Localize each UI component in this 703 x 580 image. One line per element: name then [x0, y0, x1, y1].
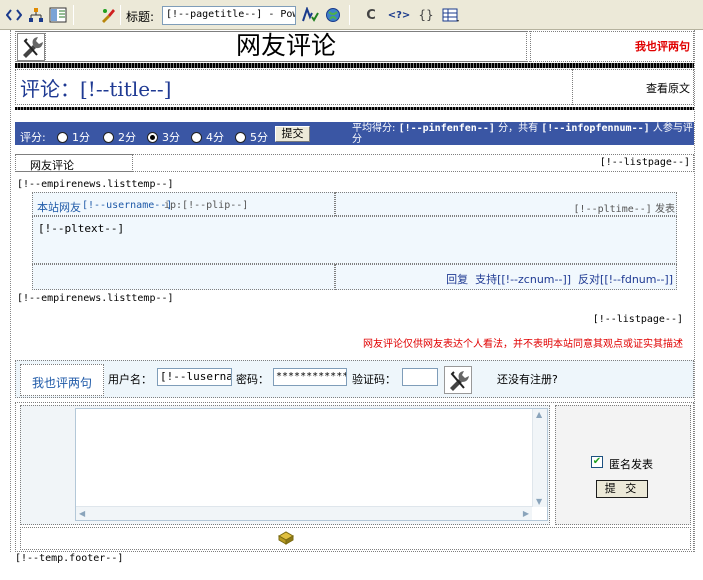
code-view-icon[interactable]	[4, 5, 24, 25]
rating-label: 评分:	[20, 131, 46, 144]
rating-count: [!--infopfennum--]	[541, 123, 650, 134]
rating-option-1[interactable]: 1分	[57, 129, 90, 145]
refresh-icon[interactable]: C	[361, 5, 381, 25]
braces-icon[interactable]: {}	[416, 5, 436, 25]
rating-summary: 平均得分: [!--pinfenfen--] 分，共有 [!--infopfen…	[352, 123, 693, 145]
captcha-input[interactable]	[402, 368, 438, 386]
title-label: 标题:	[126, 10, 155, 24]
emoticon-icon[interactable]	[277, 531, 295, 545]
anonymous-checkbox[interactable]: ✔	[591, 456, 603, 468]
comment-time: [!--pltime--] 发表	[573, 204, 675, 215]
rating-option-3[interactable]: 3分	[147, 129, 180, 145]
comment-user-label: 本站网友	[37, 201, 81, 214]
header-divider	[15, 63, 694, 68]
comment-actions: 回复 支持[[!--zcnum--]] 反对[[!--fdnum--]]	[340, 271, 673, 287]
comment-body-cell	[32, 216, 677, 264]
username-label: 用户名：	[108, 373, 152, 386]
tools-icon	[450, 371, 469, 391]
oppose-link[interactable]: 反对[[!--fdnum--]]	[578, 273, 673, 286]
rating-radio-2[interactable]	[103, 131, 114, 143]
password-label: 密码：	[236, 373, 269, 386]
post-comment-label: 我也评两句	[31, 376, 92, 390]
scroll-right-icon[interactable]: ▶	[523, 509, 529, 518]
listtemp-end-tag: [!--empirenews.listtemp--]	[17, 293, 174, 304]
scroll-left-icon[interactable]: ◀	[79, 509, 85, 518]
listtemp-start-tag: [!--empirenews.listtemp--]	[17, 179, 174, 190]
comment-submit-button[interactable]: 提 交	[596, 480, 648, 498]
comment-text: [!--pltext--]	[38, 222, 125, 235]
password-input[interactable]: ************	[273, 368, 347, 386]
page-title-input[interactable]: [!--pagetitle--] - Powere	[162, 6, 296, 25]
logo	[15, 31, 45, 62]
rating-submit-button[interactable]: 提交	[275, 126, 310, 142]
comment-title: 评论：[!--title--]	[20, 77, 172, 101]
frame-left-border	[10, 30, 11, 552]
comment-footer-left	[32, 264, 335, 290]
comment-textarea[interactable]	[75, 408, 548, 521]
comment-username: [!--username--]	[82, 200, 173, 211]
textarea-horizontal-scrollbar[interactable]: ◀ ▶	[76, 506, 532, 520]
footer-tag: [!--temp.footer--]	[15, 553, 124, 564]
register-link[interactable]: 还没有注册?	[497, 371, 558, 387]
rating-option-2[interactable]: 2分	[103, 129, 136, 145]
post-comment-link[interactable]: 我也评两句	[530, 31, 690, 62]
captcha-label: 验证码：	[352, 373, 396, 386]
tools-icon	[17, 33, 45, 61]
anonymous-label: 匿名发表	[609, 458, 653, 471]
globe-icon[interactable]	[323, 5, 343, 25]
average-score: [!--pinfenfen--]	[398, 123, 495, 134]
captcha-image[interactable]	[444, 366, 472, 394]
list-pagination-top[interactable]: [!--listpage--]	[540, 157, 690, 168]
rating-radio-5[interactable]	[235, 131, 246, 143]
comment-ip: ip:[!--plip--]	[164, 200, 249, 211]
emoji-row	[20, 527, 691, 550]
title-divider	[15, 107, 694, 110]
scroll-down-icon[interactable]: ▼	[536, 497, 542, 506]
validate-icon[interactable]	[300, 5, 320, 25]
layout-icon[interactable]	[48, 5, 68, 25]
frame-right-border	[694, 30, 695, 552]
list-pagination-bottom[interactable]: [!--listpage--]	[540, 314, 683, 325]
view-original-link[interactable]: 查看原文	[572, 80, 690, 96]
rating-radio-3[interactable]	[147, 131, 158, 143]
tree-icon[interactable]	[26, 5, 46, 25]
textarea-vertical-scrollbar[interactable]: ▲ ▼	[532, 409, 547, 507]
page-heading: 网友评论	[235, 31, 336, 60]
paint-icon[interactable]	[98, 5, 118, 25]
support-link[interactable]: 支持[[!--zcnum--]]	[475, 273, 571, 286]
reply-link[interactable]: 回复	[446, 273, 468, 286]
scroll-up-icon[interactable]: ▲	[536, 410, 542, 419]
tag-icon[interactable]: <?>	[386, 5, 412, 25]
table-icon[interactable]	[441, 5, 461, 25]
rating-option-4[interactable]: 4分	[191, 129, 224, 145]
rating-radio-1[interactable]	[57, 131, 68, 143]
username-input[interactable]: [!--lusername--]	[157, 368, 232, 386]
editor-toolbar: 标题: [!--pagetitle--] - Powere C <?> {}	[0, 0, 703, 30]
rating-option-5[interactable]: 5分	[235, 129, 268, 145]
disclaimer-text: 网友评论仅供网友表达个人看法，并不表明本站同意其观点或证实其描述	[363, 339, 683, 350]
list-header-label: 网友评论	[30, 159, 74, 172]
rating-radio-4[interactable]	[191, 131, 202, 143]
